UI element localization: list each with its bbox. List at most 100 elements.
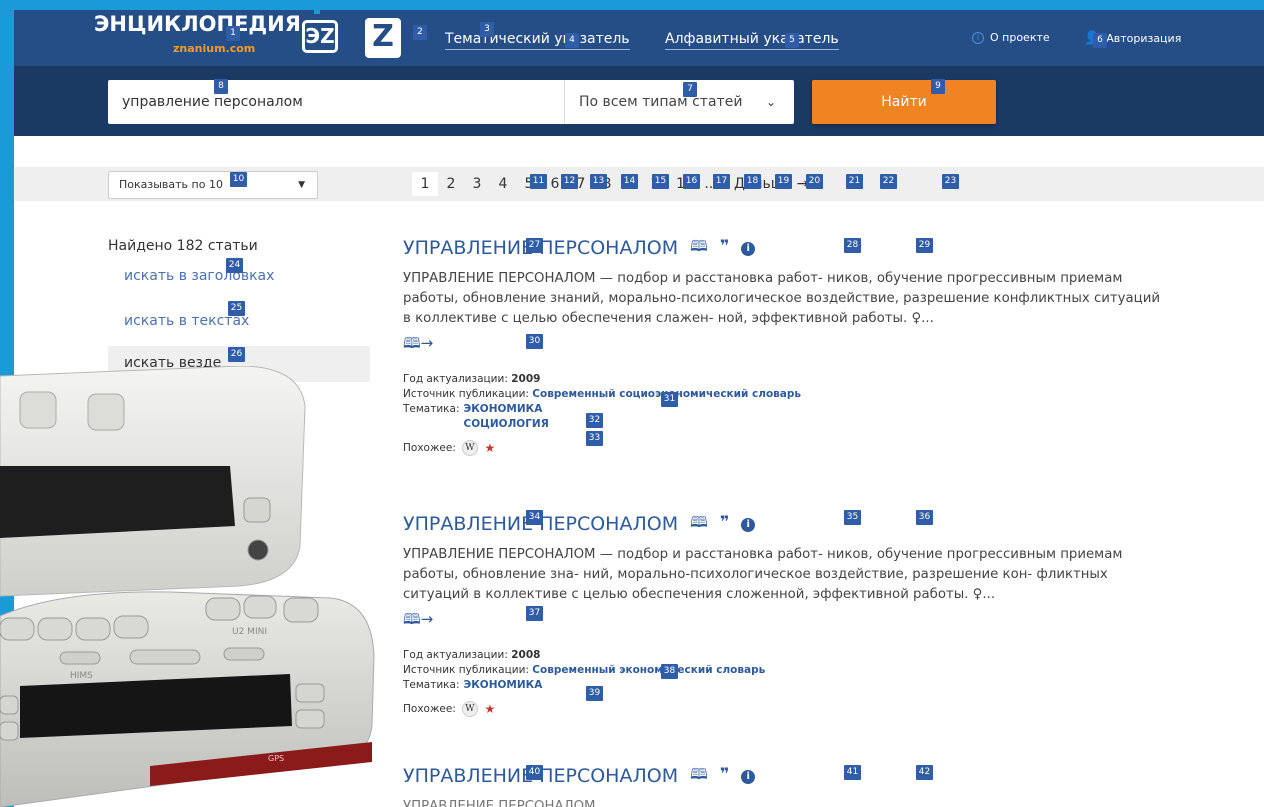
braille-display-image: HIMS U2 MINI GPS [0, 366, 375, 807]
result-snippet: УПРАВЛЕНИЕ ПЕРСОНАЛОМ [403, 799, 596, 807]
scope-titles[interactable]: искать в заголовках [124, 268, 274, 284]
marker: 2 [413, 25, 427, 40]
quote-icon[interactable]: ❞ [720, 236, 729, 255]
read-icon[interactable]: 🕮→ [403, 609, 1163, 634]
page-link[interactable]: 4 [490, 172, 516, 196]
marker: 21 [846, 174, 863, 189]
marker: 14 [621, 174, 638, 189]
topics-label: Тематика: [403, 403, 460, 415]
marker: 4 [565, 33, 579, 48]
marker: 5 [785, 33, 799, 48]
read-icon[interactable]: 🕮→ [403, 333, 1163, 358]
marker: 42 [916, 765, 933, 780]
search-submit-button[interactable]: Найти [812, 80, 996, 124]
marker: 37 [526, 606, 543, 621]
ez-logo-icon[interactable]: ЭZ [302, 20, 338, 53]
page-link[interactable]: 1 [412, 172, 438, 196]
marker: 35 [844, 510, 861, 525]
result-item: УПРАВЛЕНИЕ ПЕРСОНАЛОМ 🕮 ❞ i УПРАВЛЕНИЕ ПЕР… [403, 512, 1163, 717]
frame-border-top [0, 0, 1264, 10]
nav-alphabetical-index[interactable]: Алфавитный указатель [665, 31, 839, 50]
marker: 38 [661, 664, 678, 679]
chevron-down-icon: ⌄ [765, 95, 776, 109]
result-snippet: УПРАВЛЕНИЕ ПЕРСОНАЛОМ — подбор и расстан… [403, 271, 1161, 326]
device-model-label: U2 MINI [232, 627, 267, 637]
topic-link[interactable]: ЭКОНОМИКА [463, 678, 542, 693]
article-type-value: По всем типам статей [579, 94, 743, 110]
topic-link[interactable]: ЭКОНОМИКА [463, 402, 548, 417]
marker: 41 [844, 765, 861, 780]
marker: 40 [526, 765, 543, 780]
marker: 32 [586, 413, 603, 428]
source-label: Источник публикации: [403, 664, 529, 676]
marker: 23 [942, 174, 959, 189]
site-logo[interactable]: ЭНЦИКЛОПЕДИЯ [94, 12, 301, 36]
marker: 27 [526, 238, 543, 253]
star-icon[interactable]: ★ [481, 701, 498, 717]
result-snippet: УПРАВЛЕНИЕ ПЕРСОНАЛОМ — подбор и расстан… [403, 547, 1123, 602]
similar-label: Похожее: [403, 442, 456, 454]
z-logo-icon[interactable]: Z [365, 18, 401, 58]
marker: 10 [230, 172, 247, 187]
marker: 33 [586, 431, 603, 446]
quote-icon[interactable]: ❞ [720, 764, 729, 783]
article-type-select[interactable]: По всем типам статей ⌄ [564, 80, 794, 124]
marker: 7 [683, 82, 697, 97]
per-page-value: Показывать по 10 [119, 178, 223, 191]
marker: 39 [586, 686, 603, 701]
marker: 22 [880, 174, 897, 189]
caret-down-icon: ▼ [298, 180, 305, 190]
source-label: Источник публикации: [403, 388, 529, 400]
marker: 12 [561, 174, 578, 189]
wikipedia-icon[interactable]: W [461, 440, 478, 456]
page-link[interactable]: 3 [464, 172, 490, 196]
per-page-select[interactable]: Показывать по 10 ▼ [108, 171, 318, 199]
marker: 9 [931, 79, 945, 94]
marker: 15 [652, 174, 669, 189]
marker: 28 [844, 238, 861, 253]
marker: 20 [806, 174, 823, 189]
marker: 34 [526, 510, 543, 525]
year-label: Год актуализации: [403, 649, 508, 661]
marker: 6 [1093, 33, 1107, 48]
marker: 31 [661, 392, 678, 407]
star-icon[interactable]: ★ [481, 440, 498, 456]
topic-link[interactable]: СОЦИОЛОГИЯ [463, 417, 548, 432]
nav-thematic-index[interactable]: Тематический указатель [445, 31, 630, 50]
page-link[interactable]: 2 [438, 172, 464, 196]
read-icon[interactable]: 🕮 [690, 765, 708, 783]
frame-notch [314, 0, 320, 14]
quote-icon[interactable]: ❞ [720, 512, 729, 531]
site-logo-subtitle: znanium.com [173, 42, 256, 55]
marker: 3 [480, 22, 494, 37]
year-value: 2009 [511, 373, 541, 385]
search-input[interactable] [108, 80, 564, 124]
marker: 25 [228, 301, 245, 316]
read-icon[interactable]: 🕮 [690, 513, 708, 531]
read-icon[interactable]: 🕮 [690, 237, 708, 255]
year-label: Год актуализации: [403, 373, 508, 385]
marker: 11 [530, 174, 547, 189]
marker: 26 [228, 347, 245, 362]
result-item: УПРАВЛЕНИЕ ПЕРСОНАЛОМ 🕮 ❞ i УПРАВЛЕНИЕ ПЕР… [403, 236, 1163, 456]
source-link[interactable]: Современный экономический словарь [532, 664, 765, 676]
marker: 16 [683, 174, 700, 189]
marker: 13 [590, 174, 607, 189]
wikipedia-icon[interactable]: W [461, 701, 478, 717]
results-count: Найдено 182 статьи [108, 238, 258, 254]
topics-label: Тематика: [403, 679, 460, 691]
marker: 1 [226, 26, 240, 41]
info-icon[interactable]: i [741, 770, 756, 784]
info-icon[interactable]: i [741, 242, 756, 256]
marker: 18 [744, 174, 761, 189]
marker: 29 [916, 238, 933, 253]
info-icon[interactable]: i [741, 518, 756, 532]
marker: 8 [214, 79, 228, 94]
marker: 36 [916, 510, 933, 525]
marker: 17 [713, 174, 730, 189]
device-gps-label: GPS [268, 754, 284, 763]
result-item: УПРАВЛЕНИЕ ПЕРСОНАЛОМ 🕮 ❞ i УПРАВЛЕНИЕ ПЕР… [403, 764, 1163, 807]
about-link[interactable]: i О проекте [972, 31, 1050, 44]
login-label: Авторизация [1106, 32, 1182, 45]
info-icon: i [972, 32, 984, 44]
